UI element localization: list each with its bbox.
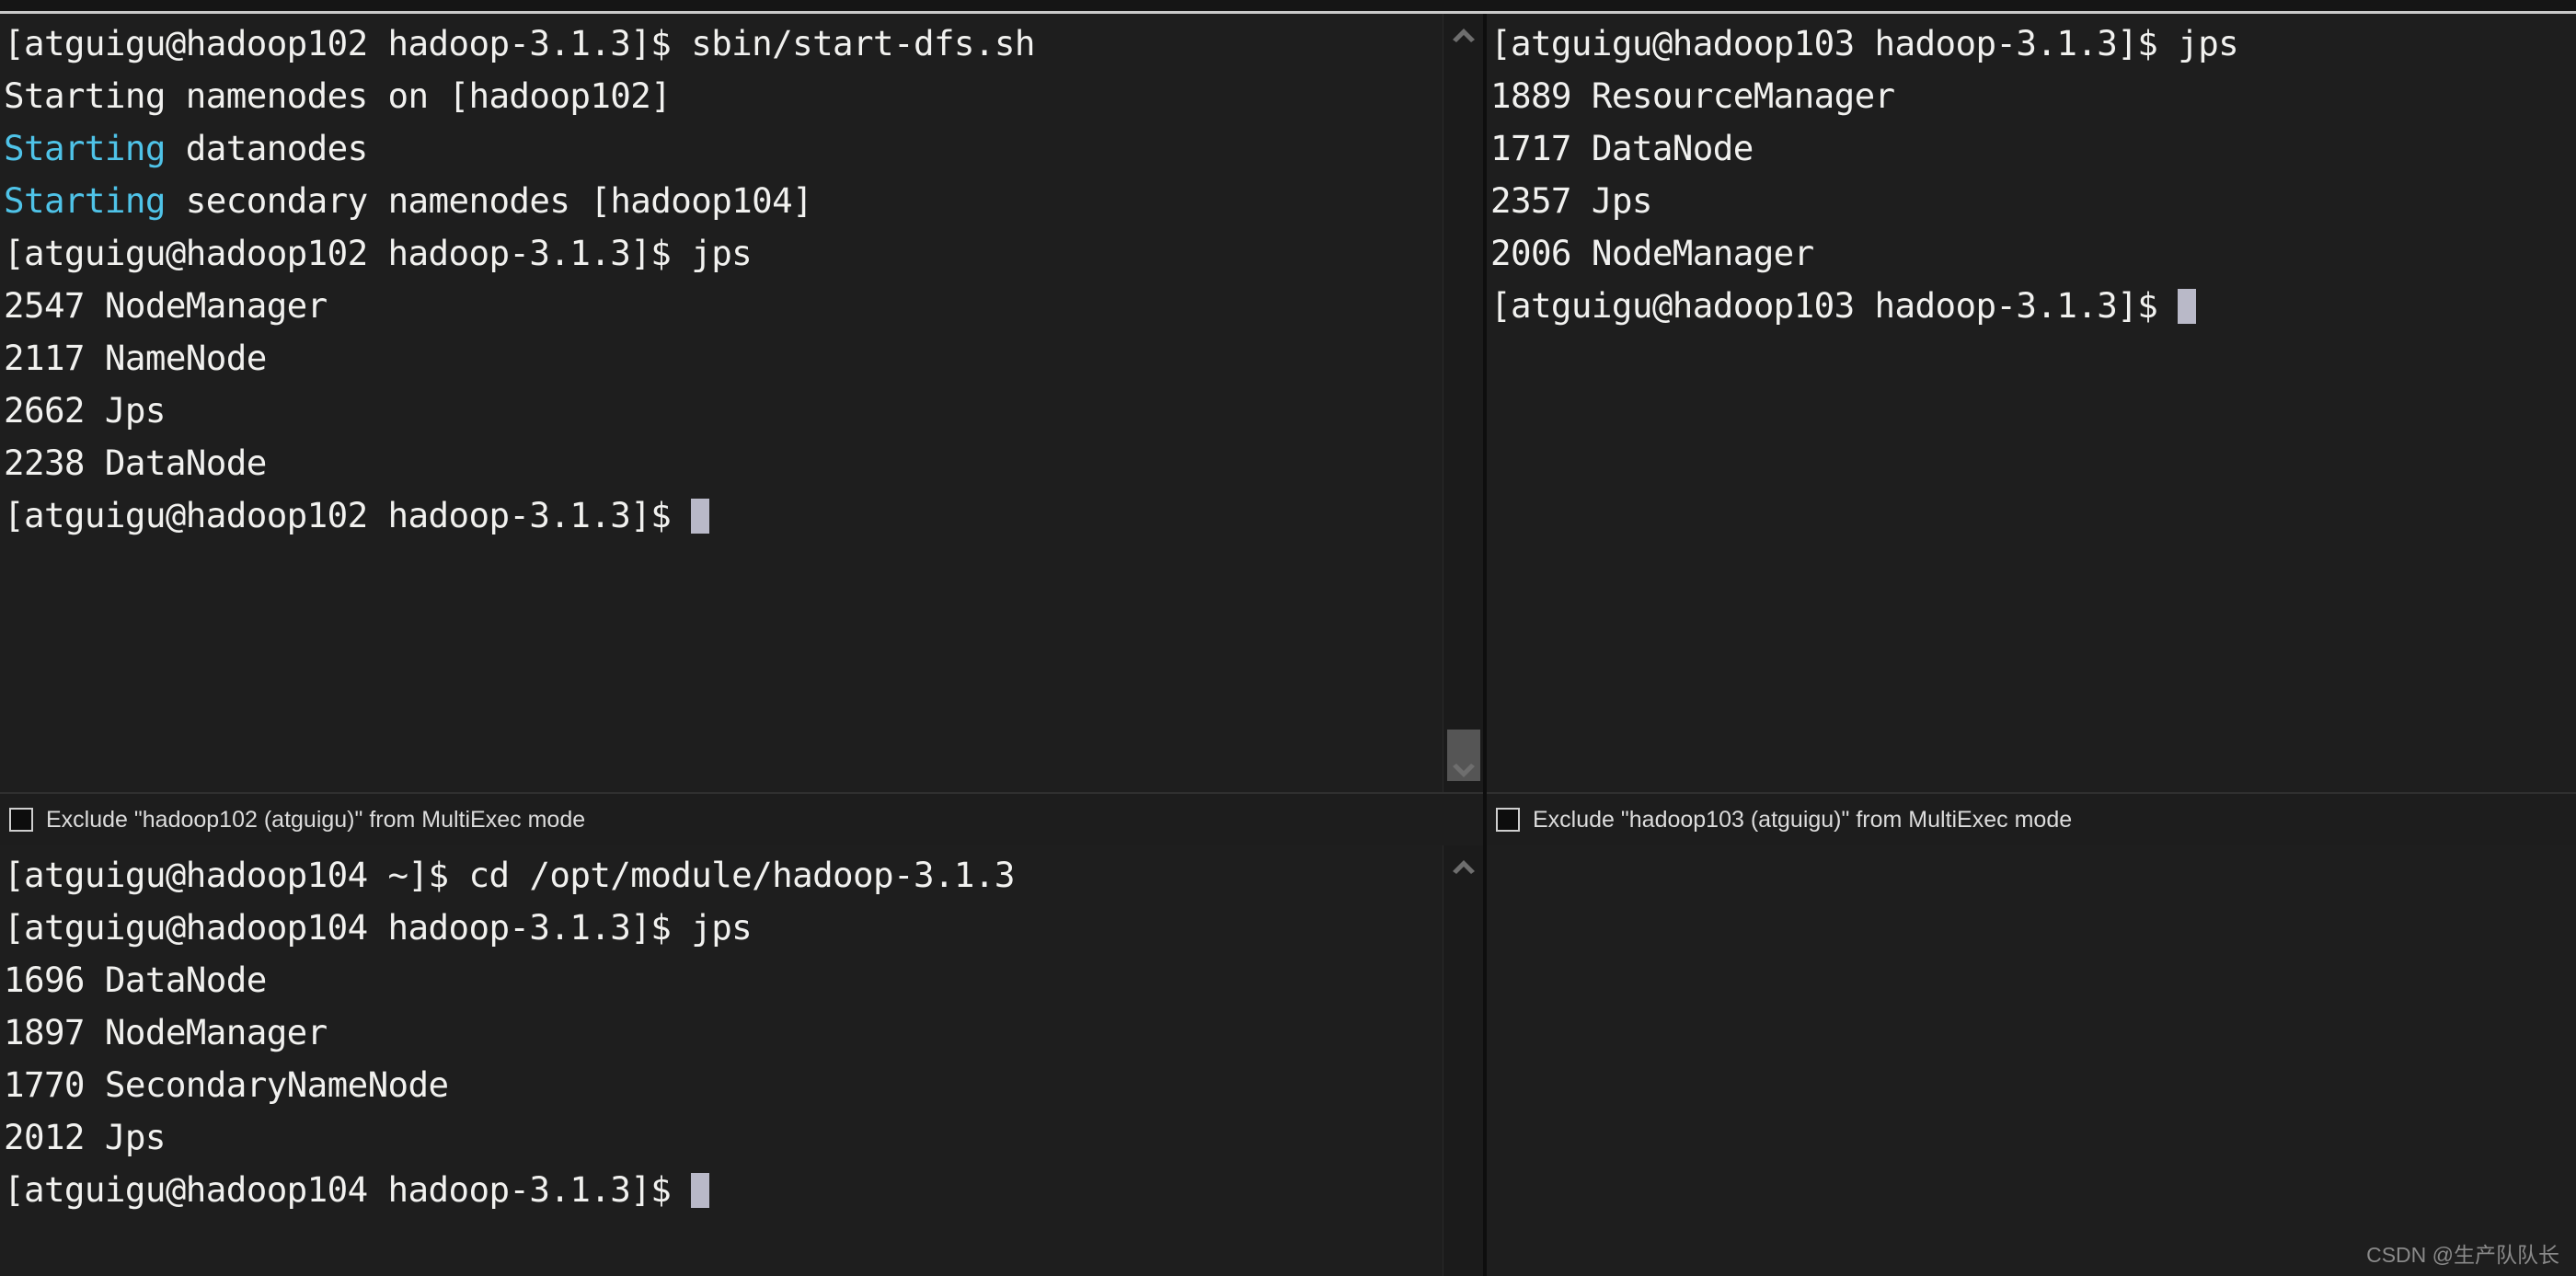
scroll-down-arrow-icon[interactable] [1443,753,1483,790]
scrollbar-hadoop102[interactable] [1443,14,1483,792]
terminal-line: 2662 Jps [4,385,1483,437]
multiexec-exclude-row-hadoop103[interactable]: Exclude "hadoop103 (atguigu)" from Multi… [1487,792,2576,845]
terminal-text: 2012 Jps [4,1117,166,1157]
terminal-line: 2006 NodeManager [1490,227,2576,280]
terminal-text: 1717 DataNode [1490,128,1754,168]
terminal-text: 1770 SecondaryNameNode [4,1064,449,1105]
terminal-line: [atguigu@hadoop102 hadoop-3.1.3]$ jps [4,227,1483,280]
terminal-line: [atguigu@hadoop102 hadoop-3.1.3]$ sbin/s… [4,17,1483,70]
terminal-pane-hadoop103[interactable]: [atguigu@hadoop103 hadoop-3.1.3]$ jps 188… [1487,14,2576,792]
terminal-text: [atguigu@hadoop104 ~]$ cd /opt/module/ha… [4,855,1015,895]
terminal-line: [atguigu@hadoop102 hadoop-3.1.3]$ [4,489,1483,542]
terminal-cursor [691,1173,710,1208]
terminal-text: Starting namenodes on [hadoop102] [4,75,672,116]
terminal-text: datanodes [165,128,368,168]
scrollbar-hadoop104[interactable] [1443,845,1483,1276]
multiexec-exclude-row-hadoop102[interactable]: Exclude "hadoop102 (atguigu)" from Multi… [0,792,1483,845]
terminal-text: [atguigu@hadoop104 hadoop-3.1.3]$ [4,1169,692,1210]
scroll-up-arrow-icon[interactable] [1443,849,1483,886]
multiexec-exclude-checkbox-hadoop102[interactable] [9,808,33,832]
multiexec-exclude-checkbox-hadoop103[interactable] [1496,808,1520,832]
window-top-strip [0,0,2576,11]
terminal-text: secondary namenodes [hadoop104] [165,180,813,221]
terminal-text: 2117 NameNode [4,338,267,378]
terminal-line: [atguigu@hadoop104 hadoop-3.1.3]$ [4,1164,1483,1216]
terminal-cursor [2178,289,2197,324]
terminal-text: 1889 ResourceManager [1490,75,1895,116]
terminal-output-hadoop104[interactable]: [atguigu@hadoop104 ~]$ cd /opt/module/ha… [0,845,1483,1276]
terminal-text: 2357 Jps [1490,180,1652,221]
terminal-output-hadoop103[interactable]: [atguigu@hadoop103 hadoop-3.1.3]$ jps 188… [1487,14,2576,792]
terminal-text: [atguigu@hadoop104 hadoop-3.1.3]$ jps [4,907,753,948]
terminal-pane-hadoop102[interactable]: [atguigu@hadoop102 hadoop-3.1.3]$ sbin/s… [0,14,1483,792]
terminal-line: Starting namenodes on [hadoop102] [4,70,1483,122]
terminal-text: 2662 Jps [4,390,166,431]
terminal-text: 1696 DataNode [4,960,267,1000]
terminal-text: [atguigu@hadoop102 hadoop-3.1.3]$ sbin/s… [4,23,1035,63]
terminal-output-hadoop102[interactable]: [atguigu@hadoop102 hadoop-3.1.3]$ sbin/s… [0,14,1483,792]
multiexec-exclude-label-hadoop103: Exclude "hadoop103 (atguigu)" from Multi… [1533,806,2073,833]
terminal-line: 2117 NameNode [4,332,1483,385]
watermark: CSDN @生产队队长 [2366,1243,2559,1267]
terminal-output-empty[interactable] [1487,845,2576,1276]
terminal-line: 1889 ResourceManager [1490,70,2576,122]
terminal-line: 2012 Jps [4,1111,1483,1164]
terminal-text: [atguigu@hadoop103 hadoop-3.1.3]$ jps [1490,23,2239,63]
terminal-pane-empty[interactable] [1487,845,2576,1276]
terminal-line: 1897 NodeManager [4,1006,1483,1059]
multiexec-exclude-label-hadoop102: Exclude "hadoop102 (atguigu)" from Multi… [46,806,586,833]
terminal-text: Starting [4,128,166,168]
terminal-line: 2357 Jps [1490,175,2576,227]
terminal-line: 1717 DataNode [1490,122,2576,175]
terminal-line: [atguigu@hadoop104 ~]$ cd /opt/module/ha… [4,849,1483,902]
terminal-text: 2238 DataNode [4,443,267,483]
terminal-cursor [691,499,710,534]
terminal-text: 1897 NodeManager [4,1012,328,1052]
terminal-text: [atguigu@hadoop103 hadoop-3.1.3]$ [1490,285,2179,326]
terminal-line: 2547 NodeManager [4,280,1483,332]
terminal-text: 2547 NodeManager [4,285,328,326]
terminal-line: 1770 SecondaryNameNode [4,1059,1483,1111]
pane-vertical-divider[interactable] [1483,14,1487,1276]
terminal-line: [atguigu@hadoop103 hadoop-3.1.3]$ [1490,280,2576,332]
terminal-line: 2238 DataNode [4,437,1483,489]
scroll-up-arrow-icon[interactable] [1443,17,1483,54]
terminal-line: [atguigu@hadoop103 hadoop-3.1.3]$ jps [1490,17,2576,70]
terminal-line: Starting secondary namenodes [hadoop104] [4,175,1483,227]
terminal-pane-hadoop104[interactable]: [atguigu@hadoop104 ~]$ cd /opt/module/ha… [0,845,1483,1276]
terminal-line: 1696 DataNode [4,954,1483,1006]
terminal-line: [atguigu@hadoop104 hadoop-3.1.3]$ jps [4,902,1483,954]
terminal-text: [atguigu@hadoop102 hadoop-3.1.3]$ [4,495,692,535]
terminal-text: [atguigu@hadoop102 hadoop-3.1.3]$ jps [4,233,753,273]
terminal-text: Starting [4,180,166,221]
terminal-line: Starting datanodes [4,122,1483,175]
terminal-text: 2006 NodeManager [1490,233,1814,273]
